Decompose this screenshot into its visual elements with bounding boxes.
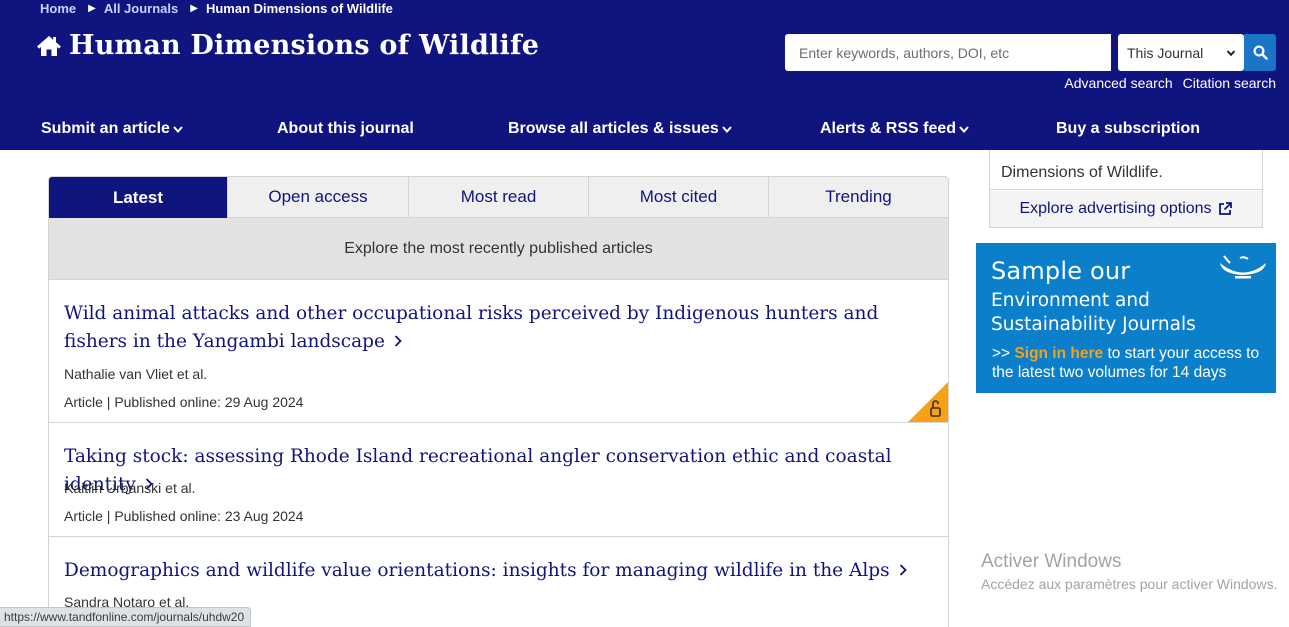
article-authors: Nathalie van Vliet et al. [64,366,208,382]
site-header: Home ▶ All Journals ▶ Human Dimensions o… [0,0,1289,150]
promo-cta: >> Sign in here to start your access to … [992,344,1276,382]
article-title: Wild animal attacks and other occupation… [64,303,879,352]
article-item: Wild animal attacks and other occupation… [49,280,948,423]
nav-buy-label: Buy a subscription [1056,120,1201,137]
main-nav: Submit an article About this journal Bro… [0,112,1289,148]
article-authors: Kaitlin Urbanski et al. [64,480,196,496]
chevron-down-icon [173,125,183,133]
search-scope-value: This Journal [1127,44,1204,61]
journal-title: Human Dimensions of Wildlife [69,30,540,61]
explore-advertising-link[interactable]: Explore advertising options [990,191,1262,227]
external-link-icon [1218,202,1232,215]
article-item: Taking stock: assessing Rhode Island rec… [49,423,948,537]
open-access-lock-icon [908,382,948,422]
lamp-logo-icon [1220,255,1266,279]
home-icon [37,35,61,56]
breadcrumb-separator-icon: ▶ [190,2,198,14]
search-icon [1252,45,1268,60]
breadcrumb-all-journals-link[interactable]: All Journals [104,1,178,16]
explore-advertising-label: Explore advertising options [1019,200,1212,217]
article-title-link[interactable]: Taking stock: assessing Rhode Island rec… [64,443,944,499]
nav-browse-articles[interactable]: Browse all articles & issues [508,120,732,138]
tab-most-cited[interactable]: Most cited [589,177,769,218]
article-meta: Article | Published online: 23 Aug 2024 [64,508,304,524]
journal-title-link[interactable]: Human Dimensions of Wildlife [36,30,539,61]
nav-alerts-rss[interactable]: Alerts & RSS feed [820,120,969,138]
nav-alerts-label: Alerts & RSS feed [820,120,957,137]
article-title-link[interactable]: Demographics and wildlife value orientat… [64,557,944,585]
nav-submit-label: Submit an article [41,120,170,137]
chevron-down-icon [959,125,969,133]
nav-buy-subscription[interactable]: Buy a subscription [1056,120,1200,138]
chevron-right-icon [394,335,402,347]
nav-submit-article[interactable]: Submit an article [41,120,183,138]
promo-heading: Sample our [991,257,1131,285]
status-bar-url: https://www.tandfonline.com/journals/uhd… [0,607,252,627]
breadcrumb-home-link[interactable]: Home [40,1,76,16]
article-title-link[interactable]: Wild animal attacks and other occupation… [64,300,934,356]
nav-about-journal[interactable]: About this journal [277,120,414,138]
chevron-right-icon [899,564,907,576]
citation-search-link[interactable]: Citation search [1183,75,1276,91]
advertising-text: Dimensions of Wildlife. [1001,164,1163,181]
breadcrumb: Home ▶ All Journals ▶ Human Dimensions o… [40,0,393,16]
articles-tab-panel: Latest Open access Most read Most cited … [48,176,949,627]
promo-cta-prefix: >> [992,345,1015,362]
search-button[interactable] [1244,34,1276,71]
watermark-title: Activer Windows [981,551,1122,572]
search-links: Advanced search Citation search [1064,75,1276,91]
advanced-search-link[interactable]: Advanced search [1064,75,1172,91]
search-input[interactable] [785,34,1111,71]
article-meta: Article | Published online: 29 Aug 2024 [64,394,304,410]
sign-in-link[interactable]: Sign in here [1014,345,1103,362]
watermark-subtitle: Accédez aux paramètres pour activer Wind… [981,576,1278,592]
tab-latest[interactable]: Latest [49,177,228,226]
advertising-box: Dimensions of Wildlife. Explore advertis… [989,150,1263,228]
article-title: Demographics and wildlife value orientat… [64,560,890,581]
tab-trending[interactable]: Trending [769,177,948,218]
tab-most-read[interactable]: Most read [409,177,589,218]
windows-activation-watermark: Activer Windows Accédez aux paramètres p… [981,551,1277,592]
tab-description: Explore the most recently published arti… [49,218,948,280]
nav-browse-label: Browse all articles & issues [508,120,719,137]
chevron-down-icon [722,125,732,133]
article-tabs: Latest Open access Most read Most cited … [49,177,948,226]
promo-subtitle: Environment and Sustainability Journals [991,290,1196,335]
tab-open-access[interactable]: Open access [228,177,409,218]
search-scope-select[interactable]: This Journal [1118,34,1244,71]
nav-about-label: About this journal [277,120,414,137]
advertising-text-area: Dimensions of Wildlife. [990,150,1262,190]
breadcrumb-separator-icon: ▶ [88,2,96,14]
breadcrumb-current: Human Dimensions of Wildlife [205,0,393,16]
chevron-down-icon [1226,49,1236,56]
